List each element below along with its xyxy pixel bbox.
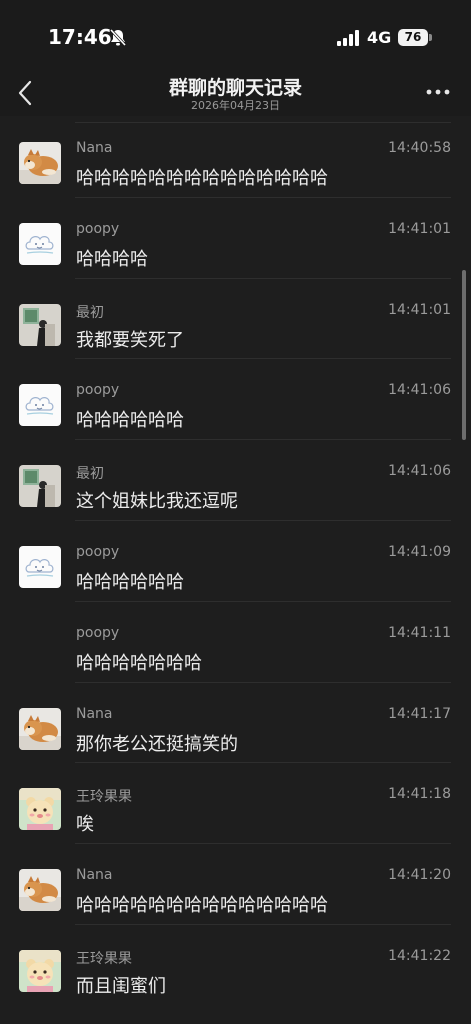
message-row[interactable]: poopy 14:41:09 哈哈哈哈哈哈 <box>0 520 471 601</box>
avatar[interactable] <box>19 546 61 588</box>
message-row[interactable]: 最初 14:41:01 我都要笑死了 <box>0 277 471 359</box>
avatar[interactable] <box>19 950 61 992</box>
message-list[interactable]: Nana 14:40:58 哈哈哈哈哈哈哈哈哈哈哈哈哈哈 poopy 14:41:01 哈… <box>0 116 471 1024</box>
message-row[interactable]: Nana 14:41:17 那你老公还挺搞笑的 <box>0 681 471 763</box>
message-time: 14:41:09 <box>388 544 451 560</box>
avatar-empty <box>19 627 61 669</box>
message-row[interactable]: poopy 14:41:01 哈哈哈哈 <box>0 196 471 278</box>
avatar[interactable] <box>19 222 61 265</box>
sender-name: 王玲果果 <box>76 951 132 967</box>
message-time: 14:41:06 <box>388 382 451 399</box>
sender-name: poopy <box>76 624 120 641</box>
message-row[interactable]: 王玲果果 14:41:22 而且闺蜜们 <box>0 924 471 1005</box>
message-text: 哈哈哈哈哈哈 <box>76 572 184 593</box>
message-time: 14:41:22 <box>388 948 451 964</box>
battery-icon: 76 <box>398 29 428 46</box>
avatar[interactable] <box>19 465 61 508</box>
divider <box>75 439 451 441</box>
message-text: 哈哈哈哈哈哈哈哈哈哈哈哈哈哈 <box>76 168 328 189</box>
message-text: 而且闺蜜们 <box>76 976 166 997</box>
message-text: 唉 <box>76 814 94 836</box>
message-row[interactable]: Nana 14:41:20 哈哈哈哈哈哈哈哈哈哈哈哈哈哈 <box>0 843 471 924</box>
message-text: 那你老公还挺搞笑的 <box>76 733 238 755</box>
message-time: 14:41:18 <box>388 786 451 803</box>
more-dots-icon[interactable] <box>424 82 452 102</box>
avatar[interactable] <box>19 869 61 912</box>
message-time: 14:41:20 <box>388 867 451 884</box>
page-subtitle-date: 2026年04月23日 <box>191 99 280 112</box>
page-title: 群聊的聊天记录 <box>168 77 302 99</box>
message-time: 14:41:01 <box>388 301 451 318</box>
divider <box>75 277 451 279</box>
divider <box>75 924 451 925</box>
sender-name: Nana <box>76 867 113 884</box>
sender-name: poopy <box>76 544 120 560</box>
divider <box>75 762 451 764</box>
message-row[interactable]: 最初 14:41:06 这个姐妹比我还逗呢 <box>0 439 471 520</box>
battery-level: 76 <box>404 30 422 44</box>
divider <box>75 681 451 683</box>
sender-name: Nana <box>76 140 113 156</box>
message-text: 这个姐妹比我还逗呢 <box>76 491 238 513</box>
avatar[interactable] <box>19 142 61 184</box>
sender-name: 王玲果果 <box>76 789 132 806</box>
sender-name: poopy <box>76 220 120 237</box>
network-type: 4G <box>367 28 392 47</box>
sender-name: Nana <box>76 705 113 722</box>
signal-icon <box>337 30 359 46</box>
avatar[interactable] <box>19 303 61 346</box>
battery-tip <box>429 34 432 41</box>
divider <box>75 520 451 521</box>
message-row[interactable]: poopy 14:41:06 哈哈哈哈哈哈 <box>0 358 471 439</box>
divider <box>75 358 451 360</box>
sender-name: poopy <box>76 382 120 399</box>
message-text: 我都要笑死了 <box>76 329 184 351</box>
status-bar: 17:46 4G 76 <box>0 0 471 70</box>
message-time: 14:41:01 <box>388 220 451 237</box>
message-text: 哈哈哈哈哈哈 <box>76 410 184 432</box>
message-row[interactable]: poopy 14:41:11 哈哈哈哈哈哈哈 <box>0 600 471 682</box>
scrollbar[interactable] <box>462 270 466 440</box>
divider <box>75 196 451 198</box>
nav-bar: 群聊的聊天记录 2026年04月23日 <box>0 70 471 116</box>
message-time: 14:40:58 <box>388 140 451 156</box>
message-row[interactable]: Nana 14:40:58 哈哈哈哈哈哈哈哈哈哈哈哈哈哈 <box>0 116 471 197</box>
message-time: 14:41:06 <box>388 463 451 480</box>
sender-name: 最初 <box>76 304 104 321</box>
message-time: 14:41:11 <box>388 624 451 641</box>
sender-name: 最初 <box>76 466 104 483</box>
divider <box>75 600 451 602</box>
avatar[interactable] <box>19 788 61 831</box>
message-row[interactable]: 王玲果果 14:41:18 唉 <box>0 762 471 843</box>
avatar[interactable] <box>19 384 61 427</box>
message-text: 哈哈哈哈 <box>76 248 148 270</box>
avatar[interactable] <box>19 707 61 750</box>
message-text: 哈哈哈哈哈哈哈哈哈哈哈哈哈哈 <box>76 895 328 917</box>
bell-muted-icon <box>109 28 127 47</box>
status-time: 17:46 <box>48 25 112 49</box>
divider <box>75 843 451 845</box>
message-time: 14:41:17 <box>388 705 451 722</box>
message-text: 哈哈哈哈哈哈哈 <box>76 652 202 674</box>
